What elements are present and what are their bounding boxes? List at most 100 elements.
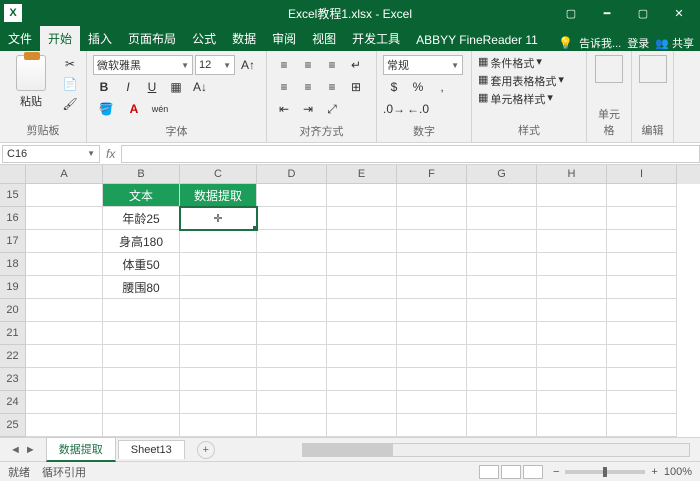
cell[interactable] [26, 299, 103, 322]
copy-button[interactable]: 📄 [60, 75, 80, 93]
zoom-in-icon[interactable]: + [651, 466, 657, 478]
comma-button[interactable]: , [431, 77, 453, 97]
cell[interactable] [397, 253, 467, 276]
cell[interactable] [537, 345, 607, 368]
cell[interactable] [103, 391, 180, 414]
cell[interactable] [607, 207, 677, 230]
sheet-tab-other[interactable]: Sheet13 [118, 440, 185, 459]
cell[interactable] [467, 276, 537, 299]
align-bottom-button[interactable]: ≡ [321, 55, 343, 75]
share-button[interactable]: 👥 共享 [655, 35, 694, 51]
cell[interactable] [327, 414, 397, 437]
column-header[interactable]: F [397, 165, 467, 184]
cell[interactable] [103, 322, 180, 345]
cell[interactable]: 数据提取 [180, 184, 257, 207]
column-header[interactable]: C [180, 165, 257, 184]
cell[interactable] [257, 207, 327, 230]
wrap-text-button[interactable]: ↵ [345, 55, 367, 75]
cell[interactable] [26, 414, 103, 437]
cell[interactable] [467, 322, 537, 345]
cell[interactable] [537, 414, 607, 437]
cell[interactable] [26, 368, 103, 391]
cell[interactable] [537, 368, 607, 391]
percent-button[interactable]: % [407, 77, 429, 97]
format-painter-button[interactable]: 🖌 [60, 95, 80, 113]
column-header[interactable]: H [537, 165, 607, 184]
increase-font-button[interactable]: A↑ [237, 55, 259, 75]
row-header[interactable]: 23 [0, 368, 26, 391]
login-link[interactable]: 登录 [627, 35, 649, 51]
cell[interactable] [257, 253, 327, 276]
cell[interactable] [537, 276, 607, 299]
cell[interactable] [607, 322, 677, 345]
cell[interactable] [257, 391, 327, 414]
cell[interactable] [26, 391, 103, 414]
cell[interactable] [607, 276, 677, 299]
cell[interactable] [257, 276, 327, 299]
tab-file[interactable]: 文件 [0, 26, 40, 51]
row-header[interactable]: 24 [0, 391, 26, 414]
row-header[interactable]: 25 [0, 414, 26, 437]
cell[interactable] [607, 253, 677, 276]
tab-review[interactable]: 审阅 [264, 26, 304, 51]
close-button[interactable]: ✕ [662, 2, 696, 24]
orientation-button[interactable]: ⤢ [321, 99, 343, 119]
increase-decimal-button[interactable]: .0→ [383, 99, 405, 119]
row-header[interactable]: 18 [0, 253, 26, 276]
cell[interactable] [180, 414, 257, 437]
cell[interactable] [26, 345, 103, 368]
cell[interactable] [327, 230, 397, 253]
currency-button[interactable]: $ [383, 77, 405, 97]
tab-dev[interactable]: 开发工具 [344, 26, 408, 51]
cell[interactable] [397, 414, 467, 437]
new-sheet-button[interactable]: + [197, 441, 215, 459]
cell[interactable] [327, 253, 397, 276]
cell[interactable] [537, 184, 607, 207]
cell[interactable] [180, 391, 257, 414]
cell[interactable]: 年龄25 [103, 207, 180, 230]
cell[interactable] [537, 253, 607, 276]
cell[interactable] [467, 184, 537, 207]
fx-icon[interactable]: fx [106, 147, 115, 161]
column-header[interactable]: A [26, 165, 103, 184]
cell[interactable] [467, 230, 537, 253]
cell[interactable] [180, 230, 257, 253]
cell[interactable] [607, 391, 677, 414]
cell[interactable] [607, 230, 677, 253]
name-box[interactable]: C16▼ [2, 145, 100, 163]
column-header[interactable]: E [327, 165, 397, 184]
cell[interactable] [26, 207, 103, 230]
cell[interactable] [607, 368, 677, 391]
tab-data[interactable]: 数据 [224, 26, 264, 51]
italic-button[interactable]: I [117, 77, 139, 97]
cut-button[interactable]: ✂ [60, 55, 80, 73]
increase-indent-button[interactable]: ⇥ [297, 99, 319, 119]
cell[interactable] [607, 184, 677, 207]
cell[interactable] [537, 322, 607, 345]
column-header[interactable]: G [467, 165, 537, 184]
row-header[interactable]: 17 [0, 230, 26, 253]
align-top-button[interactable]: ≡ [273, 55, 295, 75]
align-center-button[interactable]: ≡ [297, 77, 319, 97]
cell[interactable] [103, 299, 180, 322]
phonetic-button[interactable]: wén [149, 99, 171, 119]
underline-button[interactable]: U [141, 77, 163, 97]
cell[interactable] [467, 253, 537, 276]
tellme-input[interactable]: 告诉我... [579, 35, 621, 51]
paste-icon[interactable] [16, 55, 46, 91]
decrease-decimal-button[interactable]: ←.0 [407, 99, 429, 119]
cell[interactable] [467, 207, 537, 230]
normal-view-button[interactable] [479, 465, 499, 479]
sheet-nav-prev-icon[interactable]: ◄ [10, 444, 21, 456]
cell[interactable] [257, 345, 327, 368]
cell[interactable] [26, 253, 103, 276]
cell[interactable] [26, 276, 103, 299]
zoom-control[interactable]: − + 100% [553, 466, 692, 478]
tab-layout[interactable]: 页面布局 [120, 26, 184, 51]
cell[interactable] [257, 414, 327, 437]
cell[interactable]: ✛ [180, 207, 257, 230]
cell[interactable] [180, 322, 257, 345]
cell[interactable] [607, 414, 677, 437]
cell[interactable] [537, 391, 607, 414]
cell[interactable] [537, 207, 607, 230]
